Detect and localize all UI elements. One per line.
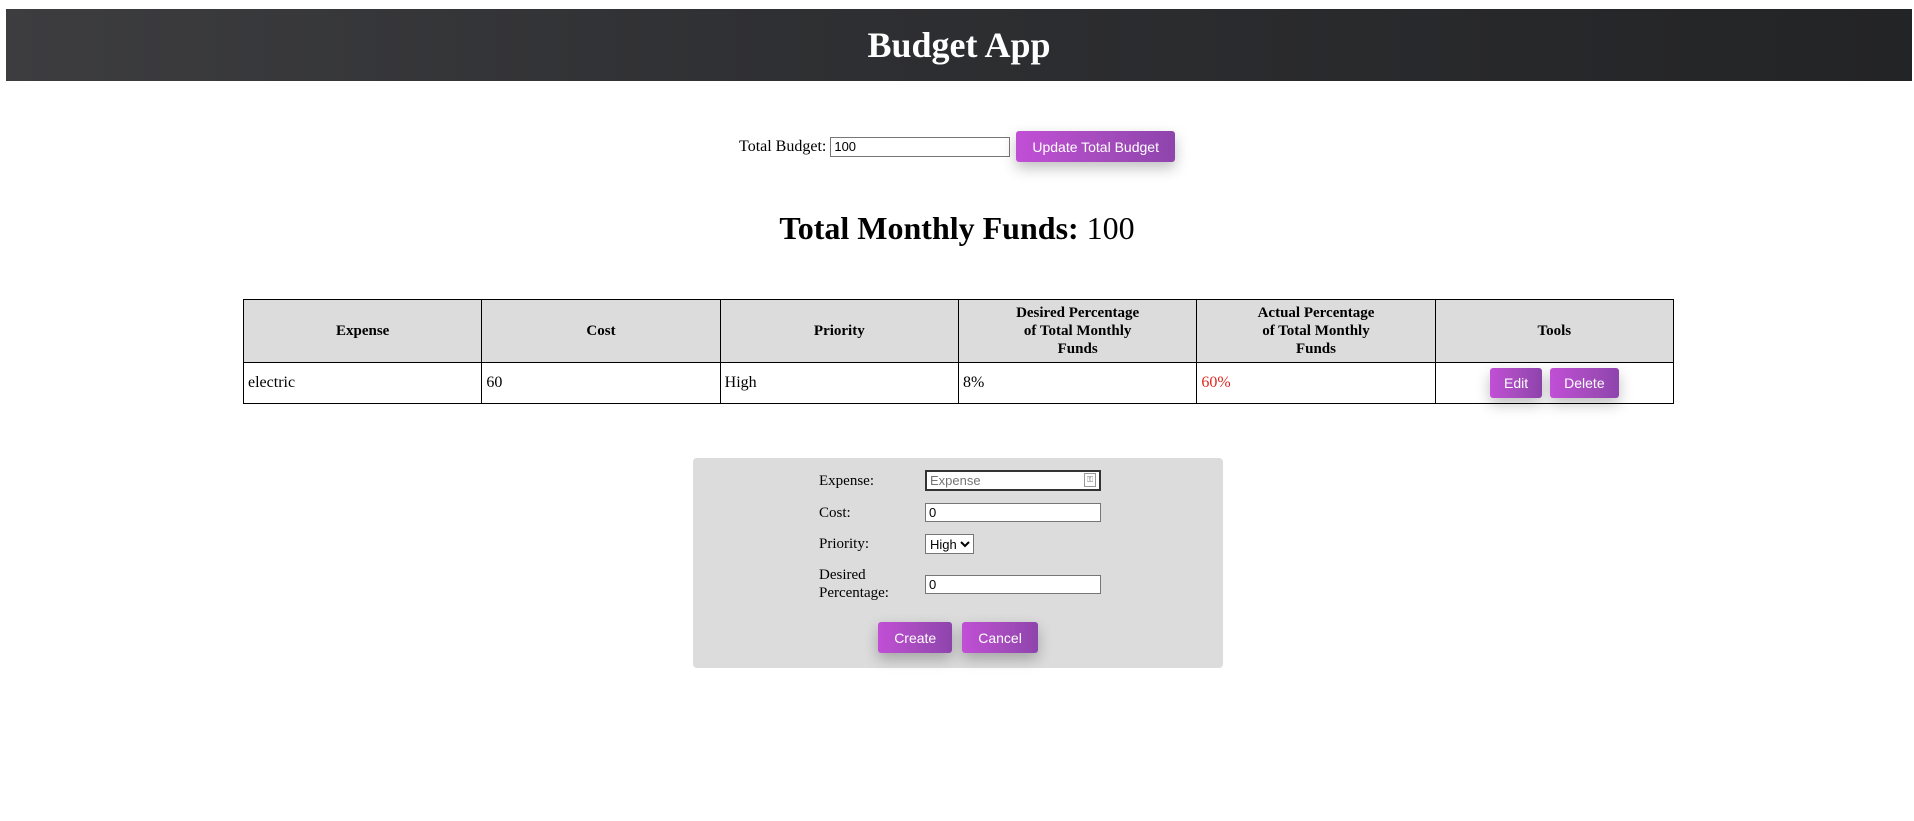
edit-button[interactable]: Edit <box>1490 368 1543 398</box>
app-header: Budget App <box>6 9 1912 81</box>
autofill-key-icon[interactable]: ⚿ <box>1084 473 1096 487</box>
header-desired-line1: Desired Percentage <box>1016 305 1140 321</box>
delete-button[interactable]: Delete <box>1550 368 1619 398</box>
form-row-cost: Cost: <box>819 503 1101 522</box>
expenses-table: Expense Cost Priority Desired Percentage… <box>242 299 1675 404</box>
cell-expense: electric <box>242 362 483 404</box>
desired-label-line2: Percentage: <box>819 585 889 601</box>
cell-priority: High <box>719 362 959 404</box>
total-budget-input[interactable] <box>830 136 1011 157</box>
cell-actual-percentage: 60% <box>1196 362 1436 404</box>
cost-field-label: Cost: <box>819 504 851 521</box>
table-header-row: Expense Cost Priority Desired Percentage… <box>242 299 1675 363</box>
expense-input-wrap: ⚿ <box>925 470 1101 491</box>
header-actual-line1: Actual Percentage <box>1257 305 1375 321</box>
total-monthly-funds: Total Monthly Funds: 100 <box>0 210 1914 247</box>
app-title: Budget App <box>867 25 1051 65</box>
expense-form: Expense: ⚿ Cost: Priority: High Desired … <box>693 458 1223 668</box>
expense-input[interactable] <box>925 470 1101 491</box>
header-tools: Tools <box>1434 299 1675 363</box>
create-button[interactable]: Create <box>878 622 953 653</box>
cell-desired-percentage: 8% <box>957 362 1198 404</box>
total-monthly-funds-value: 100 <box>1086 210 1135 246</box>
header-desired-percentage: Desired Percentage of Total Monthly Fund… <box>957 299 1198 363</box>
desired-label-line1: Desired <box>819 567 866 583</box>
form-buttons: Create Cancel <box>693 622 1223 653</box>
header-expense: Expense <box>242 299 483 363</box>
cell-tools: Edit Delete <box>1434 362 1675 404</box>
header-cost: Cost <box>481 299 721 363</box>
header-priority: Priority <box>719 299 959 363</box>
form-row-priority: Priority: High <box>819 534 1101 554</box>
priority-field-label: Priority: <box>819 536 870 552</box>
header-actual-percentage: Actual Percentage of Total Monthly Funds <box>1196 299 1436 363</box>
form-row-desired: Desired Percentage: <box>819 566 1101 602</box>
header-desired-line2: of Total Monthly <box>1023 323 1132 339</box>
expense-form-fields: Expense: ⚿ Cost: Priority: High Desired … <box>819 470 1101 614</box>
table-row: electric 60 High 8% 60% Edit Delete <box>242 362 1675 404</box>
header-desired-line3: Funds <box>1057 341 1098 357</box>
desired-percentage-input[interactable] <box>925 574 1101 594</box>
desired-percentage-field-label: Desired Percentage: <box>819 566 925 602</box>
priority-select[interactable]: High <box>925 534 974 554</box>
total-monthly-funds-label: Total Monthly Funds: <box>779 210 1079 246</box>
update-total-budget-button[interactable]: Update Total Budget <box>1016 131 1175 162</box>
expense-field-label: Expense: <box>819 472 874 489</box>
total-budget-row: Total Budget: Update Total Budget <box>0 131 1914 162</box>
cell-cost: 60 <box>481 362 721 404</box>
header-actual-line3: Funds <box>1295 341 1336 357</box>
header-actual-line2: of Total Monthly <box>1262 323 1370 339</box>
form-row-expense: Expense: ⚿ <box>819 470 1101 491</box>
cost-input[interactable] <box>925 503 1101 522</box>
cancel-button[interactable]: Cancel <box>962 622 1038 653</box>
total-budget-label: Total Budget: <box>739 137 827 155</box>
